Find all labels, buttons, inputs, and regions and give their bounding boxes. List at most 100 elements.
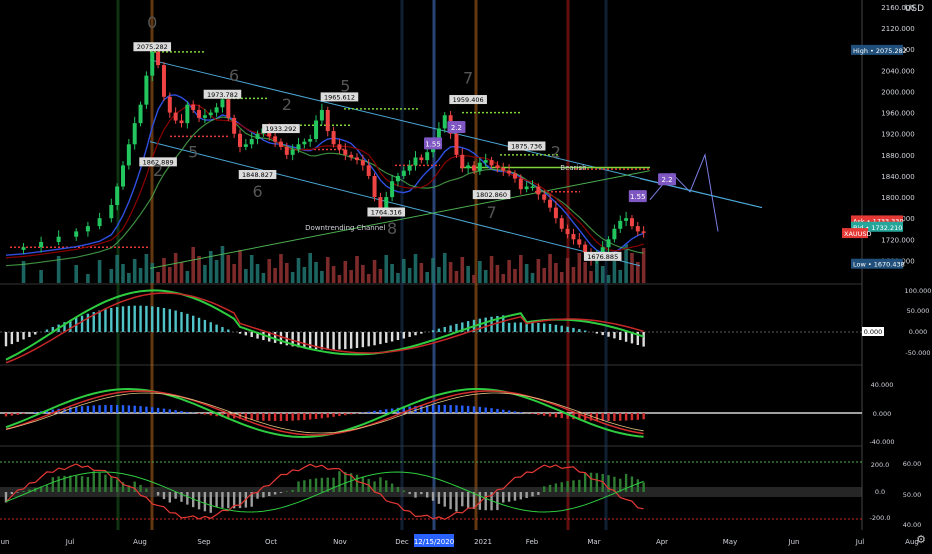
cci-histogram-bar [543, 486, 545, 492]
macd-histogram-bar [619, 332, 621, 340]
macd-histogram-bar [210, 322, 212, 332]
osc-histogram-bar [385, 409, 387, 413]
macd-histogram-bar [17, 332, 19, 342]
volume-bar [303, 267, 307, 283]
candle-body [414, 157, 418, 165]
candle-body [197, 110, 201, 118]
osc-histogram-bar [473, 406, 475, 413]
osc-histogram-bar [157, 408, 159, 413]
currency-label: USD [905, 4, 924, 14]
cci-histogram-bar [631, 476, 633, 492]
macd-histogram-bar [303, 332, 305, 348]
candle-body [150, 52, 154, 76]
x-tick-label: Feb [526, 538, 539, 546]
macd-histogram-bar [602, 332, 604, 335]
cci-histogram-bar [525, 492, 527, 498]
volume-bar [256, 264, 260, 283]
osc-histogram-bar [128, 405, 130, 413]
cci-histogram-bar [93, 471, 95, 492]
candle-body [180, 121, 184, 124]
wave-label: 2 [153, 161, 163, 180]
cci-histogram-bar [145, 488, 147, 492]
macd-histogram-bar [613, 332, 615, 338]
volume-bar [39, 270, 43, 283]
tradingview-chart[interactable]: JunJulAugSepOctNovDec2021FebMarAprMayJun… [0, 0, 932, 550]
candle-body [454, 134, 458, 155]
gear-icon[interactable]: ⚙ [916, 533, 926, 546]
osc-histogram-bar [163, 409, 165, 413]
candle-body [314, 121, 318, 139]
osc-histogram-bar [461, 406, 463, 413]
volume-bar [250, 255, 254, 283]
cci-histogram-bar [414, 492, 416, 498]
cci-histogram-bar [163, 492, 165, 499]
cci-histogram-bar [520, 492, 522, 499]
macd-histogram-bar [455, 324, 457, 332]
candle-body [232, 118, 236, 134]
macd-histogram-bar [221, 327, 223, 332]
cci-histogram-bar [561, 482, 563, 492]
cci-histogram-bar [11, 492, 13, 494]
cci-histogram-bar [274, 492, 276, 495]
volume-bar [583, 262, 587, 283]
osc-histogram-bar [245, 413, 247, 420]
volume-bar [408, 268, 412, 283]
macd-histogram-bar [81, 316, 83, 332]
price-tick-label: 1840.000 [881, 173, 914, 181]
candle-body [560, 218, 564, 229]
macd-histogram-bar [408, 332, 410, 337]
osc-histogram-bar [607, 413, 609, 421]
candle-body [209, 113, 213, 116]
volume-bar [232, 264, 236, 283]
candle-body [466, 165, 470, 168]
macd-histogram-bar [514, 323, 516, 332]
fib-label: 1.55 [425, 140, 441, 148]
chart-canvas[interactable]: JunJulAugSepOctNovDec2021FebMarAprMayJun… [0, 0, 932, 550]
macd-histogram-bar [227, 330, 229, 332]
volume-bar [86, 274, 90, 283]
volume-bar [624, 244, 628, 283]
candle-body [133, 123, 137, 144]
volume-bar [566, 258, 570, 283]
x-tick-label: 2021 [474, 538, 492, 546]
candle-body [607, 239, 611, 247]
candle-body [490, 160, 494, 165]
candle-body [74, 231, 78, 236]
osc-tick-label: 40.000 [871, 381, 894, 389]
macd-histogram-bar [157, 307, 159, 332]
cci-histogram-bar [81, 476, 83, 492]
cci-left-tick: -200.0 [870, 514, 891, 522]
macd-tick-label: 100.000 [905, 287, 932, 295]
macd-histogram-bar [145, 306, 147, 332]
macd-histogram-bar [566, 327, 568, 332]
volume-bar [121, 264, 125, 283]
candle-body [279, 142, 283, 147]
volume-bar [490, 256, 494, 283]
candle-body [501, 168, 505, 171]
cci-histogram-bar [590, 473, 592, 492]
cci-histogram-bar [239, 492, 241, 508]
candle-body [238, 134, 242, 147]
high-badge: High • 2075.282 [853, 47, 907, 55]
candle-body [139, 105, 143, 123]
price-tick-label: 1720.000 [881, 236, 914, 244]
candle-body [460, 155, 464, 168]
volume-bar [484, 270, 488, 283]
osc-histogram-bar [327, 413, 329, 418]
volume-bar [98, 260, 102, 283]
candle-body [484, 160, 488, 163]
cci-histogram-bar [204, 492, 206, 511]
macd-histogram-bar [192, 316, 194, 332]
osc-histogram-bar [350, 413, 352, 414]
macd-histogram-bar [169, 309, 171, 332]
cci-histogram-bar [531, 492, 533, 496]
candle-body [250, 139, 254, 144]
macd-histogram-bar [584, 331, 586, 332]
volume-bar [203, 265, 207, 283]
macd-histogram-bar [344, 332, 346, 349]
wave-label: 7 [486, 203, 496, 222]
osc-histogram-bar [537, 413, 539, 415]
volume-bar [431, 258, 435, 283]
cci-left-tick: 200.0 [871, 461, 890, 469]
macd-histogram-bar [204, 320, 206, 332]
